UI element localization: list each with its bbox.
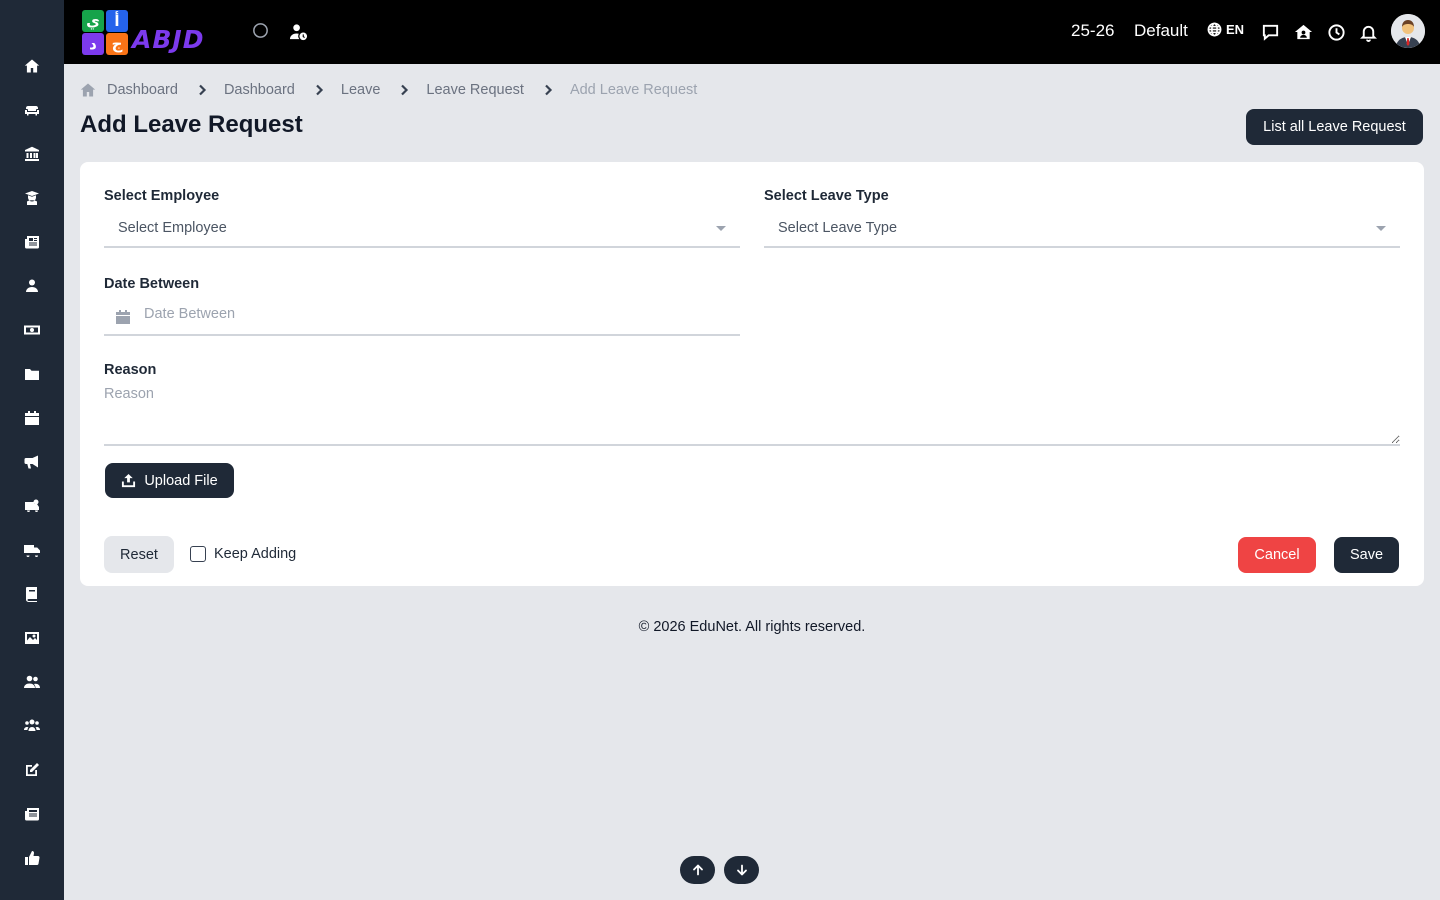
arrow-up-icon bbox=[692, 864, 703, 876]
leave-request-form: Select Employee Select Employee Select L… bbox=[80, 162, 1424, 586]
edit-icon[interactable] bbox=[20, 758, 44, 782]
scroll-up-button[interactable] bbox=[680, 856, 715, 884]
newspaper-icon[interactable] bbox=[20, 230, 44, 254]
upload-file-button[interactable]: Upload File bbox=[105, 463, 234, 498]
megaphone-icon[interactable] bbox=[20, 450, 44, 474]
breadcrumb-item-dashboard[interactable]: Dashboard bbox=[224, 82, 295, 98]
home-user-icon[interactable] bbox=[1291, 20, 1315, 44]
user-icon[interactable] bbox=[20, 274, 44, 298]
list-all-leave-request-button[interactable]: List all Leave Request bbox=[1246, 109, 1423, 145]
home-icon[interactable] bbox=[20, 54, 44, 78]
news-icon[interactable] bbox=[20, 802, 44, 826]
sofa-icon[interactable] bbox=[20, 98, 44, 122]
home-icon bbox=[80, 83, 96, 97]
session-year[interactable]: 25-26 bbox=[1071, 21, 1114, 41]
footer-copyright: © 2026 EduNet. All rights reserved. bbox=[638, 619, 866, 635]
school-name[interactable]: Default bbox=[1134, 21, 1188, 41]
keep-adding-checkbox[interactable] bbox=[190, 546, 206, 562]
scroll-down-button[interactable] bbox=[724, 856, 759, 884]
group-icon[interactable] bbox=[20, 714, 44, 738]
calendar-icon bbox=[116, 310, 130, 324]
employee-label: Select Employee bbox=[104, 188, 220, 204]
user-clock-icon[interactable] bbox=[286, 20, 310, 44]
calendar-icon[interactable] bbox=[20, 406, 44, 430]
graduate-icon[interactable] bbox=[20, 186, 44, 210]
thumbs-up-icon[interactable] bbox=[20, 846, 44, 870]
users-icon[interactable] bbox=[20, 670, 44, 694]
breadcrumb-item-leave[interactable]: Leave bbox=[341, 82, 381, 98]
book-icon[interactable] bbox=[20, 582, 44, 606]
breadcrumb: Dashboard Dashboard Leave Leave Request … bbox=[80, 80, 697, 100]
reason-textarea[interactable] bbox=[104, 386, 1400, 446]
chevron-right-icon bbox=[199, 84, 206, 96]
logo-tile: أ bbox=[106, 10, 128, 32]
breadcrumb-item-leave-request[interactable]: Leave Request bbox=[426, 82, 524, 98]
chevron-right-icon bbox=[316, 84, 323, 96]
globe-icon bbox=[1207, 22, 1222, 37]
save-button[interactable]: Save bbox=[1334, 537, 1399, 573]
breadcrumb-item-dashboard-home[interactable]: Dashboard bbox=[80, 82, 178, 98]
reason-label: Reason bbox=[104, 362, 157, 378]
leave-type-label: Select Leave Type bbox=[764, 188, 889, 204]
leave-type-select[interactable]: Select Leave Type bbox=[764, 210, 1400, 248]
employee-select[interactable]: Select Employee bbox=[104, 210, 740, 248]
logo-text: ABJD bbox=[132, 25, 205, 54]
leave-type-select-value: Select Leave Type bbox=[778, 220, 898, 236]
language-code: EN bbox=[1226, 22, 1245, 37]
bell-icon[interactable] bbox=[1356, 20, 1380, 44]
chevron-right-icon bbox=[401, 84, 409, 96]
money-icon[interactable] bbox=[20, 318, 44, 342]
logo-tile: ي bbox=[82, 10, 104, 32]
date-between-label: Date Between bbox=[104, 276, 200, 292]
cancel-button[interactable]: Cancel bbox=[1238, 537, 1316, 573]
logo-tile: د bbox=[82, 33, 104, 55]
chat-icon[interactable] bbox=[1258, 20, 1282, 44]
logo-tile: ج bbox=[106, 33, 128, 55]
upload-icon bbox=[122, 473, 136, 488]
folder-icon[interactable] bbox=[20, 362, 44, 386]
page-title: Add Leave Request bbox=[80, 111, 303, 138]
caret-down-icon bbox=[716, 226, 726, 231]
bank-icon[interactable] bbox=[20, 142, 44, 166]
image-icon[interactable] bbox=[20, 626, 44, 650]
keep-adding-toggle[interactable]: Keep Adding bbox=[190, 546, 296, 562]
app-logo[interactable]: ي أ د ج ABJD bbox=[80, 8, 224, 56]
truck-icon[interactable] bbox=[20, 538, 44, 562]
upload-file-label: Upload File bbox=[144, 472, 218, 489]
breadcrumb-item-current: Add Leave Request bbox=[569, 82, 698, 98]
clock-icon[interactable] bbox=[1324, 20, 1348, 44]
school-bus-icon[interactable] bbox=[20, 494, 44, 518]
top-bar: ي أ د ج ABJD 25-26 Default EN bbox=[64, 0, 1440, 64]
arrow-down-icon bbox=[736, 864, 747, 876]
language-switcher[interactable]: EN bbox=[1207, 22, 1244, 37]
sidebar bbox=[0, 0, 64, 900]
avatar[interactable] bbox=[1391, 14, 1425, 48]
date-between-field[interactable] bbox=[104, 298, 740, 336]
caret-down-icon bbox=[1376, 226, 1386, 231]
date-between-input[interactable] bbox=[144, 306, 724, 322]
circle-icon[interactable] bbox=[248, 18, 272, 42]
keep-adding-label: Keep Adding bbox=[214, 546, 297, 562]
employee-select-value: Select Employee bbox=[118, 220, 227, 236]
reset-button[interactable]: Reset bbox=[104, 536, 174, 573]
chevron-right-icon bbox=[545, 84, 552, 96]
breadcrumb-label: Dashboard bbox=[107, 82, 178, 98]
